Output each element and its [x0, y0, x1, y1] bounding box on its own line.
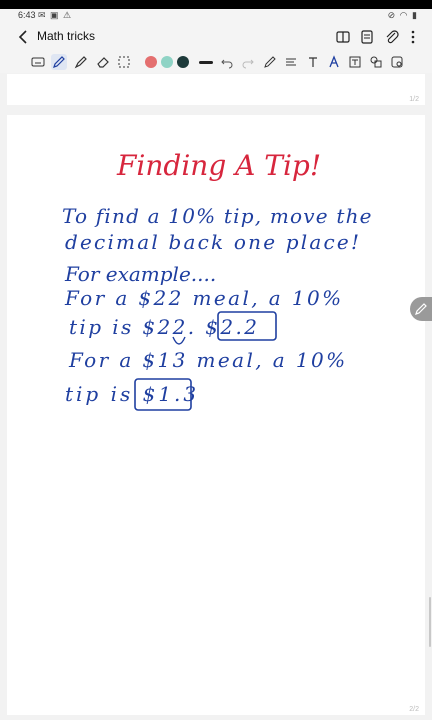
note-title: Math tricks — [37, 29, 96, 43]
keyboard-icon[interactable] — [30, 54, 46, 70]
pen-icon[interactable] — [51, 54, 67, 70]
shape-tool-icon[interactable] — [283, 54, 299, 70]
note-page-1[interactable]: 1/2 — [7, 74, 425, 105]
camera-bar — [0, 0, 432, 9]
handwriting-text-icon[interactable] — [326, 54, 342, 70]
note-line-2: decimal back one place! — [65, 230, 361, 254]
note-line-3: For example.... — [64, 262, 216, 286]
redo-icon[interactable] — [240, 54, 256, 70]
lasso-select-icon[interactable] — [116, 54, 132, 70]
status-bar: 6:43 ✉ ▣ ⚠ ⊘ ◠ ▮ — [0, 9, 432, 23]
note-line-7: tip is $1.3 — [65, 382, 199, 406]
scrollbar[interactable] — [429, 597, 431, 647]
page-number: 2/2 — [409, 706, 419, 713]
color-swatch-red[interactable] — [145, 56, 157, 68]
insert-text-box-icon[interactable] — [347, 54, 363, 70]
color-swatch-teal[interactable] — [161, 56, 173, 68]
pencil-icon — [415, 303, 427, 315]
handwriting-canvas[interactable]: Finding A Tip! To find a 10% tip, move t… — [7, 115, 425, 715]
back-arrow-icon[interactable] — [14, 27, 34, 47]
more-options-icon[interactable] — [404, 28, 422, 46]
pen-toolbar — [0, 51, 432, 73]
note-heading: Finding A Tip! — [116, 149, 321, 182]
color-swatch-dark[interactable] — [177, 56, 189, 68]
note-line-5: tip is $22. $2.2 — [69, 315, 259, 339]
status-time: 6:43 — [18, 10, 36, 20]
attach-icon[interactable] — [383, 28, 401, 46]
system-icons: ⊘ ◠ ▮ — [387, 10, 418, 20]
app-header: Math tricks — [0, 23, 432, 51]
note-line-6: For a $13 meal, a 10% — [68, 348, 348, 372]
text-tool-icon[interactable] — [305, 54, 321, 70]
page-number: 1/2 — [409, 96, 419, 103]
highlighter-icon[interactable] — [73, 54, 89, 70]
note-page-2[interactable]: Finding A Tip! To find a 10% tip, move t… — [7, 115, 425, 715]
pen-mode-icon[interactable] — [262, 54, 278, 70]
undo-icon[interactable] — [219, 54, 235, 70]
page-view-icon[interactable] — [358, 28, 376, 46]
edit-pen-handle[interactable] — [410, 297, 432, 321]
shapes-icon[interactable] — [368, 54, 384, 70]
pen-thickness-icon[interactable] — [199, 61, 213, 64]
image-insert-icon[interactable] — [389, 54, 405, 70]
book-view-icon[interactable] — [334, 28, 352, 46]
note-line-4: For a $22 meal, a 10% — [64, 286, 344, 310]
eraser-icon[interactable] — [95, 54, 111, 70]
notification-icons: ✉ ▣ ⚠ — [38, 10, 73, 20]
note-line-1: To find a 10% tip, move the — [62, 204, 373, 228]
